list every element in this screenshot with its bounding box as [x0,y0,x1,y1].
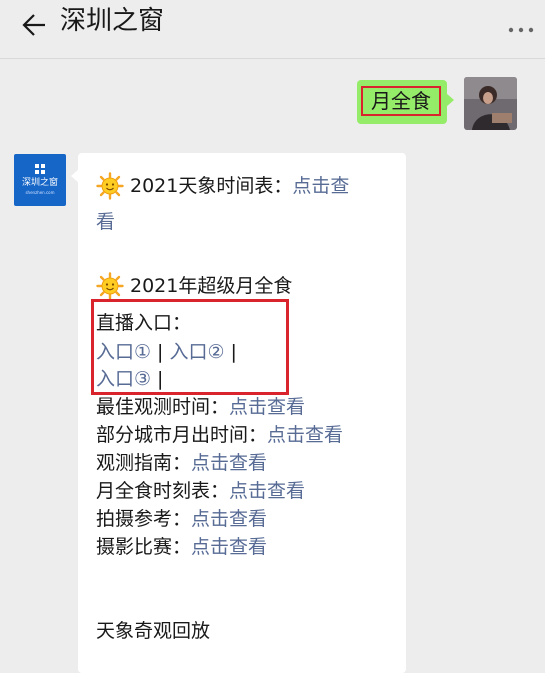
outgoing-message-bubble: 月全食 [357,80,454,124]
eclipse-title-line: 2021年超级月全食 [96,272,292,300]
info-item-link[interactable]: 点击查看 [191,508,267,530]
logo-subtext: shenzhen.com [25,190,55,195]
chat-title: 深圳之窗 [60,6,165,36]
more-options-icon[interactable] [507,22,537,38]
info-item-link[interactable]: 点击查看 [191,536,267,558]
logo-text: 深圳之窗 [21,178,58,188]
official-account-avatar[interactable]: 深圳之窗 shenzhen.com [14,154,66,206]
info-item-label: 摄影比赛： [96,536,192,558]
info-item: 拍摄参考：点击查看 [96,505,267,533]
info-item-label: 部分城市月出时间： [96,424,268,446]
info-item: 月全食时刻表：点击查看 [96,477,305,505]
back-arrow-icon[interactable] [18,8,52,42]
info-item-link[interactable]: 点击查看 [229,396,305,418]
user-avatar[interactable] [464,77,517,130]
info-item-label: 拍摄参考： [96,508,192,530]
info-item: 观测指南：点击查看 [96,449,267,477]
info-item: 摄影比赛：点击查看 [96,533,267,561]
schedule-label: 2021天象时间表： [130,175,293,197]
top-bar: 深圳之窗 [0,0,545,59]
info-item: 部分城市月出时间：点击查看 [96,421,343,449]
info-item-link[interactable]: 点击查看 [191,452,267,474]
info-item-link[interactable]: 点击查看 [267,424,343,446]
info-item-label: 观测指南： [96,452,192,474]
replay-heading: 天象奇观回放 [96,620,211,642]
info-item-label: 月全食时刻表： [96,480,230,502]
schedule-link-continued: 看 [96,208,115,236]
info-item: 最佳观测时间：点击查看 [96,393,305,421]
info-item-label: 最佳观测时间： [96,396,230,418]
outgoing-message-text: 月全食 [361,86,441,116]
eclipse-title: 2021年超级月全食 [130,275,293,297]
schedule-line: 2021天象时间表：点击查 [96,172,349,200]
info-item-link[interactable]: 点击查看 [229,480,305,502]
sun-icon [96,172,124,208]
highlight-annotation-box [91,299,289,395]
schedule-link[interactable]: 点击查 [292,175,349,197]
schedule-link-tail[interactable]: 看 [96,211,115,233]
